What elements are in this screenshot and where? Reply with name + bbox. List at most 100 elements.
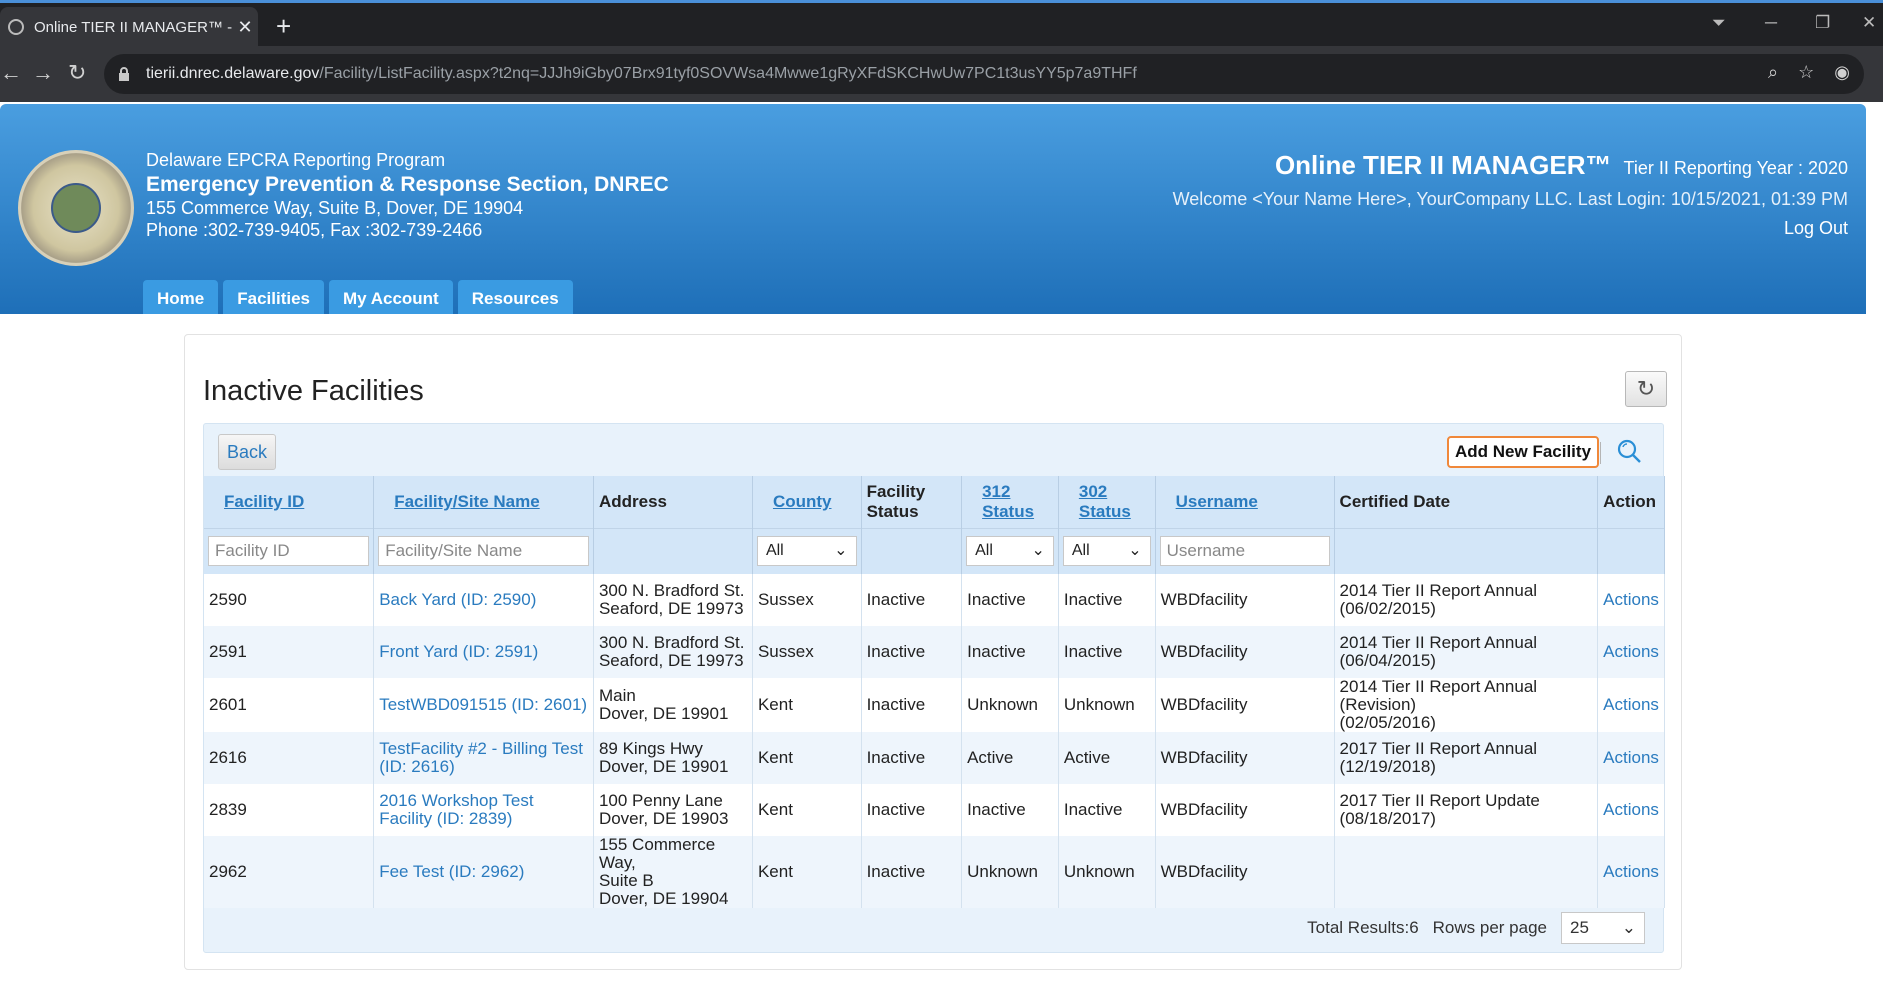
facility-name-link[interactable]: Back Yard (ID: 2590) (379, 590, 536, 609)
actions-link[interactable]: Actions (1603, 590, 1659, 609)
cell-address: Main Dover, DE 19901 (593, 678, 753, 732)
logout-link[interactable]: Log Out (1173, 218, 1848, 239)
cell-username: WBDfacility (1155, 836, 1335, 908)
forward-arrow-icon[interactable]: → (32, 60, 54, 86)
restore-icon[interactable]: ❐ (1815, 13, 1830, 33)
302-status-filter[interactable]: All ⌄ (1062, 536, 1151, 567)
table-row: 2962 Fee Test (ID: 2962) 155 Commerce Wa… (204, 836, 1665, 908)
username-filter[interactable]: Username (1159, 536, 1330, 567)
toolbar-divider (1600, 442, 1601, 464)
app-name: Online TIER II MANAGER™ (1274, 150, 1612, 180)
header-302-status-1[interactable]: 302 (1079, 482, 1107, 501)
county-filter-value: All (765, 542, 784, 560)
header-facility-status-2: Status (866, 501, 919, 521)
new-tab-button[interactable]: + (276, 13, 291, 39)
org-address: 155 Commerce Way, Suite B, Dover, DE 199… (146, 198, 524, 218)
cell-certified-date (1334, 836, 1599, 908)
facility-name-link[interactable]: TestFacility #2 - Billing Test (ID: 2616… (379, 739, 583, 776)
actions-link[interactable]: Actions (1603, 695, 1659, 714)
close-window-icon[interactable]: ✕ (1862, 13, 1876, 33)
cell-username: WBDfacility (1155, 732, 1335, 784)
facility-id-filter[interactable]: Facility ID (208, 536, 370, 567)
table-row: 2601 TestWBD091515 (ID: 2601) Main Dover,… (204, 678, 1665, 732)
browser-tab[interactable]: Online TIER II MANAGER™ - Facil ✕ (0, 7, 258, 47)
cell-facility-status: Inactive (861, 784, 963, 836)
url-host: tierii.dnrec.delaware.gov (146, 65, 320, 82)
cell-username: WBDfacility (1155, 678, 1335, 732)
facility-name-link[interactable]: TestWBD091515 (ID: 2601) (379, 695, 587, 714)
actions-link[interactable]: Actions (1603, 800, 1659, 819)
table-row: 2839 2016 Workshop Test Facility (ID: 28… (204, 784, 1665, 836)
globe-icon (8, 19, 24, 35)
actions-link[interactable]: Actions (1603, 862, 1659, 881)
bookmark-star-icon[interactable]: ☆ (1798, 62, 1814, 83)
back-button[interactable]: Back (218, 434, 277, 470)
header-county[interactable]: County (773, 492, 832, 511)
close-tab-icon[interactable]: ✕ (232, 17, 258, 38)
header-312-status-2[interactable]: Status (982, 502, 1034, 521)
header-302-status-2[interactable]: Status (1079, 502, 1131, 521)
rows-per-page-select[interactable]: 25 ⌄ (1561, 912, 1645, 944)
add-new-facility-button[interactable]: Add New Facility (1447, 436, 1600, 468)
header-username[interactable]: Username (1176, 492, 1258, 511)
cell-address: 100 Penny Lane Dover, DE 19903 (593, 784, 753, 836)
organization-info: Delaware EPCRA Reporting Program Emergen… (146, 150, 669, 241)
grid-footer: Total Results:6 Rows per page 25 ⌄ (204, 904, 1663, 952)
welcome-text: Welcome <Your Name Here>, YourCompany LL… (1172, 189, 1848, 209)
cell-certified-date: 2017 Tier II Report Annual (12/19/2018) (1334, 732, 1599, 784)
tab-title: Online TIER II MANAGER™ - Facil (34, 18, 232, 36)
cell-county: Sussex (752, 626, 862, 678)
actions-link[interactable]: Actions (1603, 748, 1659, 767)
312-status-filter[interactable]: All ⌄ (966, 536, 1054, 567)
cell-facility-status: Inactive (861, 574, 963, 626)
cell-username: WBDfacility (1155, 626, 1335, 678)
tab-search-icon[interactable]: ⏷ (1712, 13, 1726, 33)
program-name: Delaware EPCRA Reporting Program (146, 150, 446, 170)
cell-facility-id: 2590 (204, 574, 375, 626)
cell-county: Kent (752, 678, 862, 732)
cell-302-status: Inactive (1058, 784, 1156, 836)
cell-certified-date: 2014 Tier II Report Annual (06/04/2015) (1334, 626, 1599, 678)
facility-name-link[interactable]: 2016 Workshop Test Facility (ID: 2839) (379, 791, 533, 828)
rows-per-page-value: 25 (1570, 918, 1589, 937)
header-facility-id[interactable]: Facility ID (224, 492, 304, 511)
county-filter[interactable]: All ⌄ (756, 536, 857, 567)
nav-my-account[interactable]: My Account (329, 280, 453, 314)
nav-resources[interactable]: Resources (457, 280, 573, 314)
cell-certified-date: 2014 Tier II Report Annual (Revision) (02… (1334, 678, 1599, 732)
cell-312-status: Inactive (961, 574, 1059, 626)
cell-facility-status: Inactive (861, 836, 963, 908)
search-icon[interactable] (1616, 438, 1642, 464)
cell-address: 300 N. Bradford St. Seaford, DE 19973 (593, 626, 753, 678)
table-row: 2591 Front Yard (ID: 2591) 300 N. Bradfo… (204, 626, 1665, 678)
nav-home[interactable]: Home (143, 280, 219, 314)
total-results: Total Results:6 (1307, 918, 1419, 937)
minimize-icon[interactable]: ─ (1765, 13, 1777, 33)
site-name-filter[interactable]: Facility/Site Name (378, 536, 589, 567)
table-row: 2616 TestFacility #2 - Billing Test (ID:… (204, 732, 1665, 784)
cell-302-status: Unknown (1058, 678, 1156, 732)
facility-name-link[interactable]: Fee Test (ID: 2962) (379, 862, 524, 881)
profile-avatar-icon[interactable]: ◉ (1834, 62, 1850, 83)
content-panel: Inactive Facilities ↻ Back Add New Facil… (184, 334, 1682, 970)
cell-312-status: Unknown (961, 836, 1059, 908)
cell-certified-date: 2017 Tier II Report Update (08/18/2017) (1334, 784, 1599, 836)
reload-icon[interactable]: ↻ (68, 60, 86, 86)
nav-facilities[interactable]: Facilities (223, 280, 324, 314)
refresh-icon: ↻ (1636, 376, 1656, 401)
cell-address: 155 Commerce Way, Suite B Dover, DE 19904 (593, 836, 753, 908)
zoom-icon[interactable]: ⌕ (1768, 62, 1778, 83)
refresh-button[interactable]: ↻ (1625, 371, 1667, 407)
main-nav: Home Facilities My Account Resources (143, 280, 573, 314)
cell-facility-status: Inactive (861, 626, 963, 678)
actions-link[interactable]: Actions (1603, 642, 1659, 661)
facility-name-link[interactable]: Front Yard (ID: 2591) (379, 642, 538, 661)
address-bar[interactable]: tierii.dnrec.delaware.gov/Facility/ListF… (104, 54, 1864, 94)
header-312-status-1[interactable]: 312 (982, 482, 1010, 501)
cell-address: 89 Kings Hwy Dover, DE 19901 (593, 732, 753, 784)
table-row: 2590 Back Yard (ID: 2590) 300 N. Bradfor… (204, 574, 1665, 626)
cell-facility-status: Inactive (861, 678, 963, 732)
header-site-name[interactable]: Facility/Site Name (394, 492, 540, 511)
back-arrow-icon[interactable]: ← (0, 60, 22, 86)
lock-icon (119, 67, 129, 81)
